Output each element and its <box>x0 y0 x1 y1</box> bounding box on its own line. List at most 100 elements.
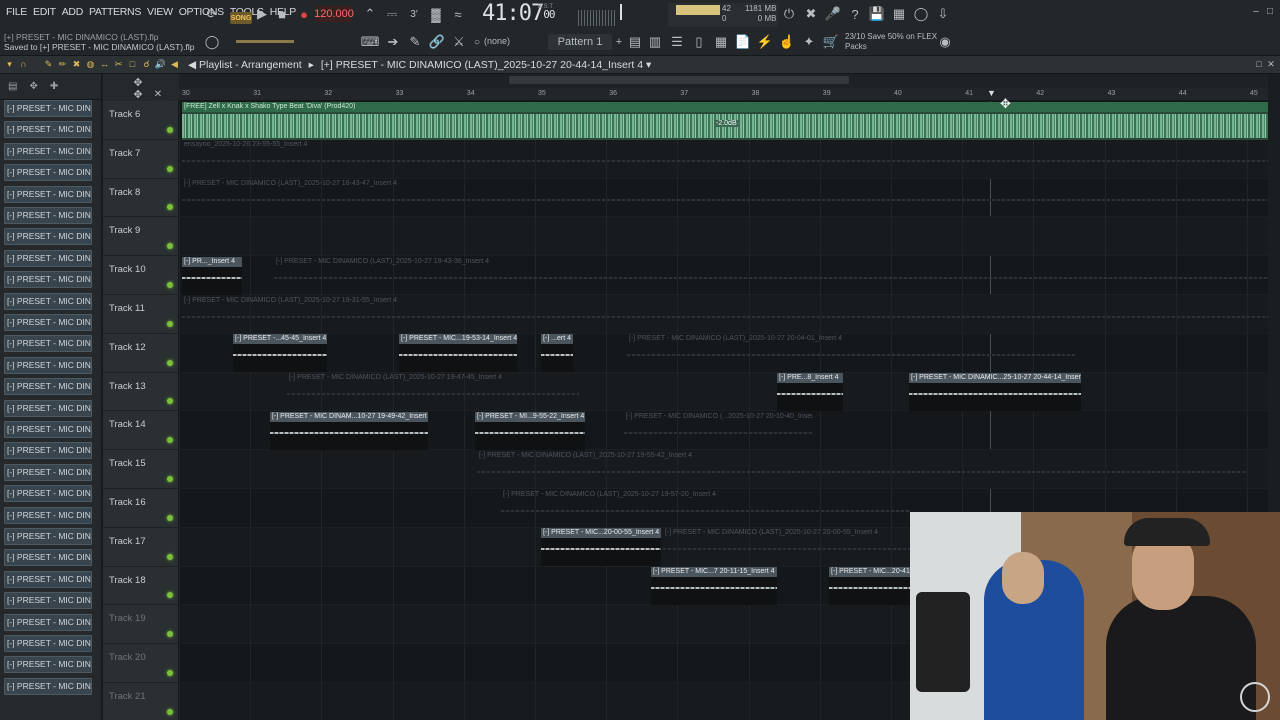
track-led[interactable] <box>167 514 173 521</box>
audio-clip[interactable]: [-] PRESET -...45-45_Insert 4 <box>233 334 327 373</box>
stamp-icon[interactable]: ⚔ <box>452 34 466 50</box>
pattern-item[interactable]: [-] PRESET - MIC DINAMIC.. <box>4 570 92 588</box>
track-led[interactable] <box>167 631 173 638</box>
pattern-item[interactable]: [-] PRESET - MIC DINAMIC.. <box>4 335 92 353</box>
menu-file[interactable]: FILE <box>6 6 27 18</box>
picker-icon[interactable]: ▤ <box>8 81 17 92</box>
audio-clip[interactable]: [-] PRESET - MIC DINAMICO (LAST)_2025-10… <box>182 179 1268 217</box>
audio-clip[interactable]: [-] PRESET - MIC DINAMICO (LAST)_2025-10… <box>501 490 911 528</box>
track-header[interactable]: Track 8 <box>103 179 179 218</box>
playback-icon[interactable]: 🔊 <box>155 58 166 70</box>
track-header[interactable]: Track 21 <box>103 683 179 720</box>
chat-icon[interactable]: ◯ <box>914 6 929 22</box>
menu-add[interactable]: ADD <box>62 6 84 18</box>
browser-icon[interactable]: ▦ <box>714 34 728 50</box>
add-pattern-icon[interactable]: + <box>614 34 624 50</box>
wait-record-icon[interactable]: ⎓ <box>384 6 400 22</box>
pattern-item[interactable]: [-] PRESET - MIC DINAMIC.. <box>4 421 92 438</box>
pattern-item[interactable]: [-] PRESET - MIC DINAMIC.. <box>4 442 92 460</box>
mute-icon[interactable]: ◍ <box>85 58 96 70</box>
pattern-item[interactable]: [-] PRESET - MIC DINAMIC.. <box>4 100 92 117</box>
track-led[interactable] <box>167 126 173 133</box>
slice-icon[interactable]: ✂ <box>113 58 124 70</box>
song-mode-toggle[interactable]: SONG <box>230 12 252 24</box>
pattern-item[interactable]: [-] PRESET - MIC DINAMIC.. <box>4 485 92 503</box>
track-led[interactable] <box>167 437 173 444</box>
pattern-item[interactable]: [-] PRESET - MIC DINAMIC.. <box>4 292 92 310</box>
breadcrumb-dropdown-icon[interactable]: ▾ <box>646 59 651 71</box>
paint-icon[interactable]: ✏ <box>57 58 68 70</box>
link-icon[interactable]: 🔗 <box>429 34 445 50</box>
audio-clip[interactable]: [-] PRESET - MIC DINAM...10-27 19-49-42_… <box>270 411 428 450</box>
snap-icon[interactable]: ○ <box>472 34 482 50</box>
audio-clip[interactable]: [-] PRESET - MIC...19-53-14_Insert 4 <box>399 334 517 373</box>
channel-rack-icon[interactable]: ▦ <box>892 6 906 22</box>
step-edit-icon[interactable]: ▓ <box>428 6 444 22</box>
plug-icon[interactable]: ⚡ <box>757 34 773 50</box>
fit-arrows-icon[interactable]: ✥ <box>131 88 145 101</box>
save-icon[interactable]: 💾 <box>869 6 885 22</box>
track-header[interactable]: Track 13 <box>103 373 179 412</box>
audio-clip[interactable]: [-] PRESET - MIC...20-00-55_Insert 4 <box>541 528 661 567</box>
pattern-item[interactable]: [-] PRESET - MIC DINAMIC.. <box>4 677 92 695</box>
horizontal-scrollbar[interactable] <box>179 74 1268 88</box>
mixer-icon[interactable]: ▯ <box>692 34 706 50</box>
picker-add-icon[interactable]: ✚ <box>50 81 58 92</box>
pattern-item[interactable]: [-] PRESET - MIC DINAMIC.. <box>4 271 92 289</box>
track-led[interactable] <box>167 553 173 560</box>
track-led[interactable] <box>167 592 173 599</box>
track-header[interactable]: Track 18 <box>103 567 179 606</box>
audio-clip[interactable]: [-] PRESET - MI...9-55-22_Insert 4 <box>475 411 585 450</box>
power-icon[interactable]: ⏻ <box>782 6 796 22</box>
help-icon[interactable]: ? <box>848 6 862 22</box>
playlist-icon[interactable]: ▤ <box>628 34 642 50</box>
track-header[interactable]: Track 12 <box>103 334 179 373</box>
scroll-thumb[interactable] <box>509 76 849 84</box>
snap-selector[interactable]: (none) <box>484 36 510 46</box>
pattern-item[interactable]: [-] PRESET - MIC DINAMIC.. <box>4 356 92 374</box>
playhead-marker-icon[interactable]: ▼ <box>987 88 996 98</box>
cart-icon[interactable]: 🛒 <box>823 34 839 50</box>
metronome-icon[interactable]: ⌃ <box>362 6 378 22</box>
track-header[interactable]: Track 19 <box>103 605 179 645</box>
file-icon[interactable]: 📄 <box>735 34 751 50</box>
playlist-minimize-icon[interactable]: □ <box>1254 58 1264 70</box>
master-volume-slider[interactable] <box>236 40 294 43</box>
mic-icon[interactable]: 🎤 <box>825 6 841 22</box>
pattern-item[interactable]: [-] PRESET - MIC DINAMIC.. <box>4 164 92 182</box>
audio-clip[interactable]: [-] PRESET - MIC DINAMICO (...2025-10-27… <box>624 412 812 450</box>
pattern-item[interactable]: [-] PRESET - MIC DINAMIC.. <box>4 549 92 567</box>
flex-promo[interactable]: 23/10 Save 50% on FLEX Packs <box>845 32 937 52</box>
pattern-item[interactable]: [-] PRESET - MIC DINAMIC.. <box>4 314 92 331</box>
piano-roll-icon[interactable]: ▥ <box>648 34 662 50</box>
track-header[interactable]: Track 6 <box>103 101 179 140</box>
audio-clip[interactable]: [-] ...ert 4 <box>541 334 573 373</box>
draw-icon[interactable]: ✎ <box>43 58 54 70</box>
audio-clip[interactable]: [-] PRESET - MIC DINAMICO (LAST)_2025-10… <box>182 296 1268 334</box>
close-x-icon[interactable]: ✕ <box>151 88 165 100</box>
track-header[interactable]: Track 16 <box>103 489 179 528</box>
audio-clip-beat[interactable]: [FREE] Zell x Knak x Shako Type Beat 'Di… <box>182 101 1268 140</box>
track-header[interactable]: Track 10 <box>103 256 179 295</box>
loop-icon[interactable]: ⟳ <box>202 4 222 24</box>
pattern-item[interactable]: [-] PRESET - MIC DINAMIC.. <box>4 506 92 524</box>
pattern-item[interactable]: [-] PRESET - MIC DINAMIC.. <box>4 635 92 652</box>
audio-clip[interactable]: [-] PRESET - MIC DINAMICO (LAST)_2025-10… <box>477 451 1247 489</box>
playlist-arrow-icon[interactable]: ◀ <box>188 59 196 71</box>
pencil-icon[interactable]: ✎ <box>408 34 422 50</box>
slip-icon[interactable]: ↔ <box>99 58 110 70</box>
picker-arrows-icon[interactable]: ✥ <box>29 81 37 92</box>
track-led[interactable] <box>167 320 173 327</box>
pattern-item[interactable]: [-] PRESET - MIC DINAMIC.. <box>4 656 92 674</box>
zoom-icon[interactable]: ☌ <box>141 58 152 70</box>
audio-clip[interactable]: [-] PRESET - MIC DINAMIC...25-10-27 20-4… <box>909 373 1081 412</box>
plugin-icon[interactable]: ✖ <box>804 6 818 22</box>
pattern-item[interactable]: [-] PRESET - MIC DINAMIC.. <box>4 185 92 203</box>
track-led[interactable] <box>167 165 173 172</box>
playlist-close-icon[interactable]: ✕ <box>1266 58 1276 70</box>
audio-clip[interactable]: [-] PRE...8_Insert 4 <box>777 373 843 412</box>
download-icon[interactable]: ⇩ <box>936 6 950 22</box>
tempo-display[interactable]: 120.000 <box>314 6 354 22</box>
audio-clip[interactable]: [-] PRESET - MIC DINAMICO (LAST)_2025-10… <box>287 373 579 411</box>
track-led[interactable] <box>167 359 173 366</box>
